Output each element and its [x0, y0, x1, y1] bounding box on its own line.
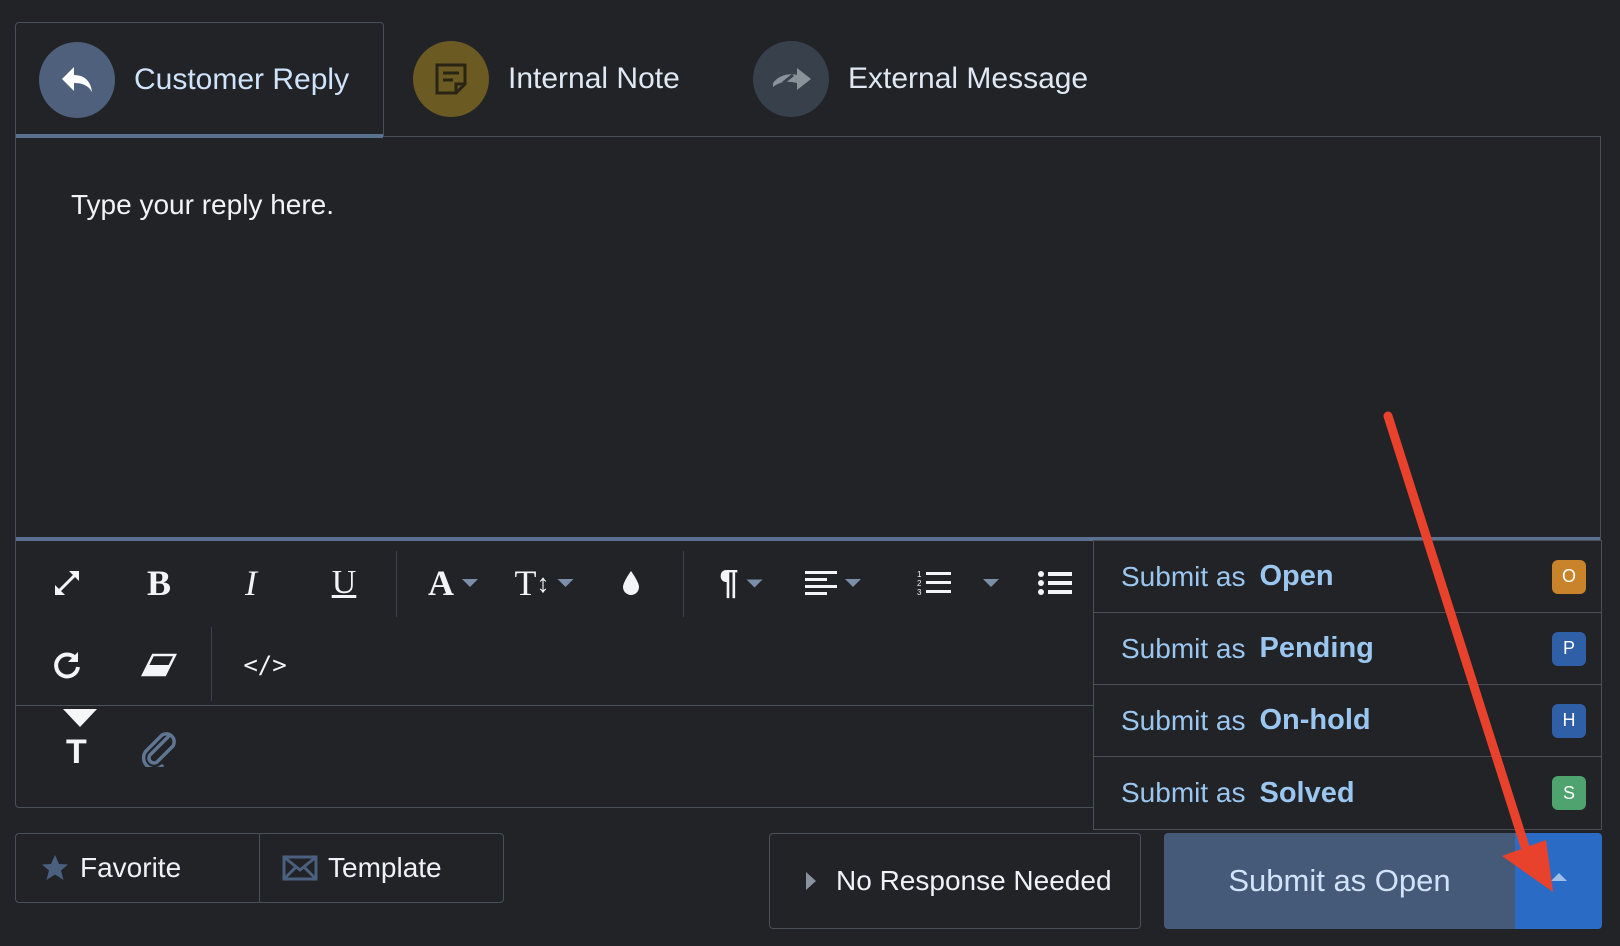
caret-up-icon	[1551, 873, 1567, 881]
menu-item-prefix: Submit as	[1121, 777, 1246, 808]
underline-icon[interactable]: U	[332, 564, 357, 602]
bold-icon[interactable]: B	[147, 562, 171, 604]
toolbar-separator	[683, 551, 684, 617]
menu-item-prefix: Submit as	[1121, 704, 1246, 736]
ordered-list-icon[interactable]: 123	[917, 569, 951, 597]
tab-internal-note[interactable]: Internal Note	[413, 22, 680, 136]
font-size-arrows-icon: ↕	[536, 567, 550, 598]
chevron-down-icon	[845, 579, 861, 587]
no-response-needed-button[interactable]: No Response Needed	[769, 833, 1141, 929]
ink-drop-icon[interactable]	[621, 569, 641, 597]
redo-icon[interactable]	[52, 650, 82, 680]
ordered-list-dropdown[interactable]	[975, 579, 999, 587]
menu-item-status: Pending	[1259, 632, 1374, 664]
menu-item-submit-on-hold[interactable]: Submit as On-hold H	[1094, 685, 1601, 757]
font-color-icon: A	[428, 563, 454, 603]
svg-text:1: 1	[917, 570, 922, 579]
menu-item-submit-open[interactable]: Submit as Open O	[1094, 541, 1601, 613]
note-icon	[413, 41, 489, 117]
menu-item-status: Open	[1259, 560, 1334, 592]
star-icon	[42, 855, 68, 880]
toolbar-separator	[396, 551, 397, 617]
menu-item-prefix: Submit as	[1121, 632, 1246, 664]
status-badge-pending: P	[1552, 631, 1586, 666]
favorite-label: Favorite	[80, 852, 182, 883]
submit-button[interactable]: Submit as Open	[1164, 833, 1515, 929]
status-badge-on-hold: H	[1552, 703, 1586, 738]
caret-right-icon	[806, 872, 816, 890]
tab-label: External Message	[848, 62, 1089, 95]
align-icon	[805, 571, 837, 595]
submit-options-toggle[interactable]	[1515, 833, 1602, 929]
menu-item-status: Solved	[1259, 776, 1355, 809]
forward-arrows-icon	[753, 41, 829, 117]
tooltip-pointer	[63, 709, 97, 727]
reply-arrow-icon	[39, 41, 115, 118]
chevron-down-icon	[462, 579, 478, 587]
italic-icon[interactable]: I	[245, 562, 257, 604]
paperclip-icon[interactable]	[138, 729, 178, 772]
favorite-template-group: Favorite Template	[15, 833, 504, 903]
template-button[interactable]: Template	[260, 834, 503, 902]
status-badge-open: O	[1552, 559, 1586, 594]
no-response-label: No Response Needed	[836, 865, 1112, 896]
font-size-button[interactable]: T ↕	[515, 562, 574, 604]
editor-placeholder[interactable]: Type your reply here.	[71, 189, 334, 221]
toolbar-separator	[211, 627, 212, 701]
favorite-button[interactable]: Favorite	[16, 834, 260, 902]
eraser-icon[interactable]	[141, 653, 177, 677]
svg-text:2: 2	[917, 579, 922, 588]
tab-external-message[interactable]: External Message	[753, 22, 1088, 136]
font-size-icon: T	[514, 563, 537, 603]
paragraph-icon: ¶	[719, 563, 739, 602]
align-button[interactable]	[805, 570, 861, 596]
menu-item-status: On-hold	[1259, 704, 1371, 736]
tab-label: Internal Note	[508, 62, 680, 95]
expand-icon[interactable]	[52, 568, 82, 598]
tab-label: Customer Reply	[134, 62, 350, 96]
tab-customer-reply[interactable]: Customer Reply	[15, 22, 384, 138]
status-badge-solved: S	[1552, 776, 1586, 810]
menu-item-submit-pending[interactable]: Submit as Pending P	[1094, 613, 1601, 685]
template-label: Template	[328, 852, 442, 883]
font-color-button[interactable]: A	[428, 562, 478, 604]
menu-item-prefix: Submit as	[1121, 560, 1246, 592]
menu-item-submit-solved[interactable]: Submit as Solved S	[1094, 757, 1601, 829]
chevron-down-icon	[557, 579, 574, 587]
toolbar-divider	[16, 705, 1101, 706]
format-toggle-button[interactable]: T	[66, 733, 87, 772]
chevron-down-icon	[983, 579, 999, 587]
unordered-list-icon[interactable]	[1038, 570, 1072, 596]
chevron-down-icon	[746, 579, 763, 587]
code-view-icon[interactable]: </>	[243, 651, 286, 679]
svg-text:3: 3	[917, 588, 922, 597]
paragraph-button[interactable]: ¶	[720, 564, 763, 603]
envelope-icon	[282, 855, 318, 881]
submit-status-menu: Submit as Open O Submit as Pending P Sub…	[1093, 540, 1602, 830]
